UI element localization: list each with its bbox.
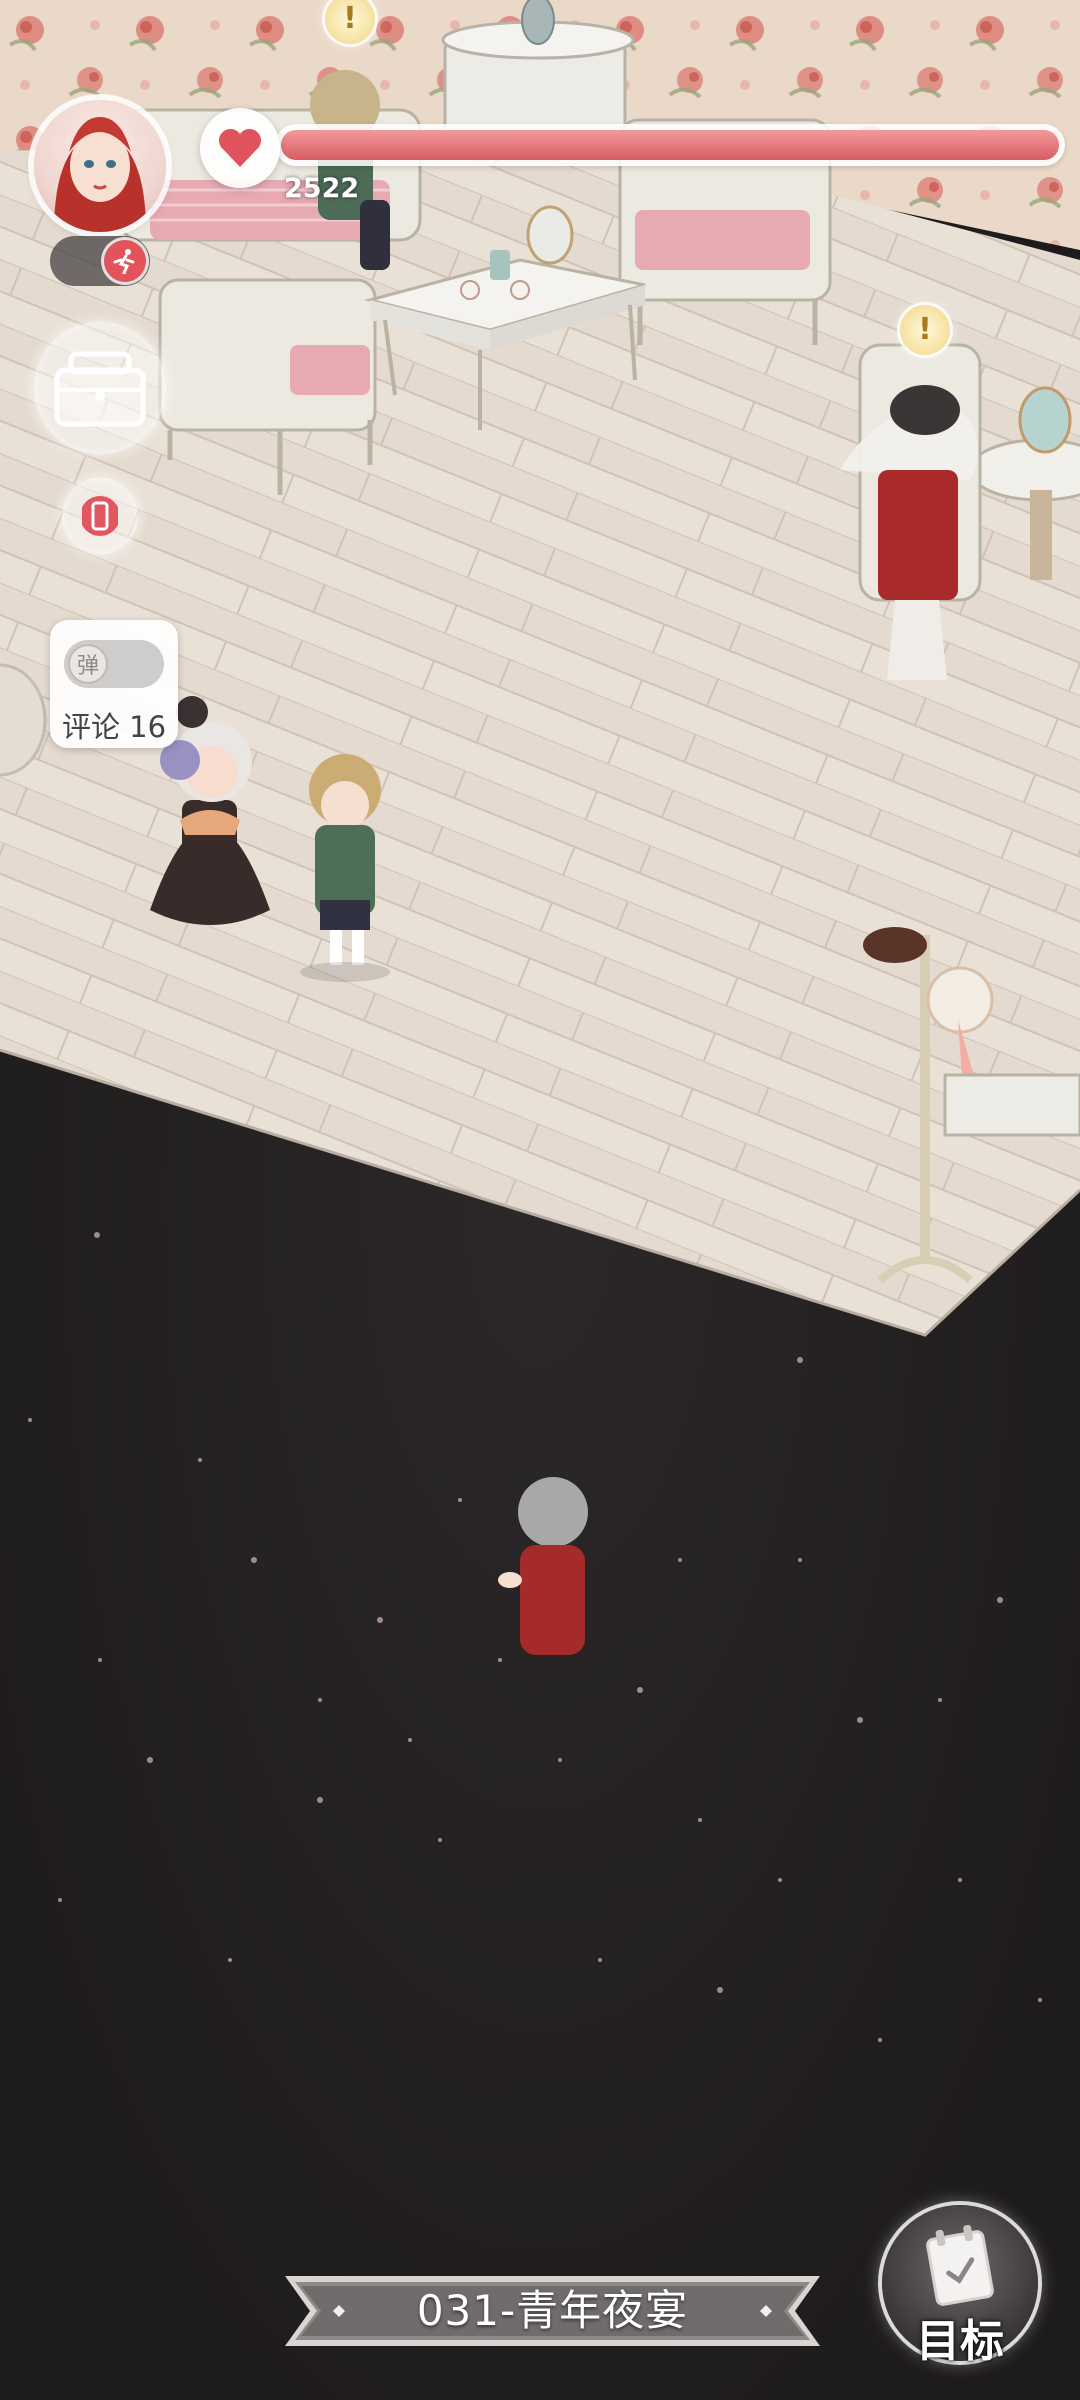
goal-button[interactable]: 目标 [882, 2205, 1038, 2367]
alert-badge-right[interactable]: ! [900, 305, 950, 355]
comment-panel[interactable]: 弹 评论 16 [50, 620, 178, 748]
heart-icon [200, 108, 280, 188]
phone-button[interactable] [62, 478, 138, 554]
affection-bar-fill [281, 130, 1059, 160]
chapter-banner: 031-青年夜宴 [285, 2276, 820, 2346]
chapter-title: 031-青年夜宴 [416, 2286, 689, 2335]
affection-value: 2522 [284, 173, 360, 204]
red-haired-heroine-portrait-icon [54, 117, 146, 232]
affection-bar [275, 124, 1065, 166]
calendar-check-icon [926, 2224, 994, 2306]
comment-count[interactable]: 评论 16 [50, 704, 178, 746]
phone-icon [82, 496, 118, 536]
game-scene[interactable] [0, 0, 1080, 2400]
wardrobe-button[interactable] [34, 322, 166, 454]
danmaku-label: 弹 [68, 644, 108, 684]
goal-label: 目标 [916, 2316, 1004, 2367]
player-avatar[interactable] [34, 100, 166, 232]
suitcase-icon [54, 351, 146, 427]
running-figure-icon [104, 240, 146, 282]
danmaku-toggle[interactable]: 弹 [64, 640, 164, 688]
run-toggle[interactable] [50, 236, 150, 286]
